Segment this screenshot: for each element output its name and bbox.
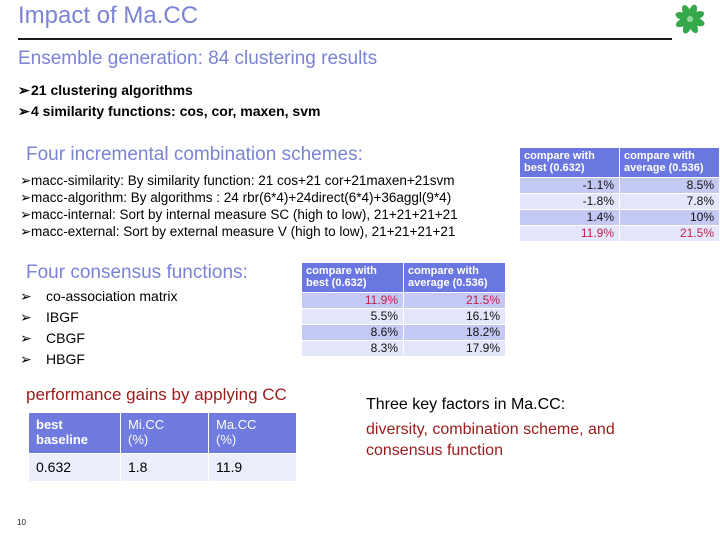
- cell-average: 8.5%: [619, 177, 720, 194]
- list-item: ➢macc-internal: Sort by internal measure…: [20, 206, 458, 223]
- arrow-bullet-icon: ➢: [20, 288, 32, 304]
- column-header-macc: Ma.CC (%): [208, 412, 297, 454]
- combination-schemes-heading: Four incremental combination schemes:: [26, 144, 363, 165]
- table-header-row: compare with best (0.632) compare with a…: [301, 262, 506, 293]
- list-item-label: macc-internal: Sort by internal measure …: [31, 207, 458, 222]
- list-item: ➢ CBGF: [20, 328, 178, 349]
- cell-best: -1.8%: [519, 193, 620, 210]
- header-line-1: best: [36, 417, 63, 432]
- table-row: 11.9% 21.5%: [301, 292, 506, 309]
- cell-best: -1.1%: [519, 177, 620, 194]
- list-item-label: 4 similarity functions: cos, cor, maxen,…: [31, 103, 321, 119]
- cell-best: 1.4%: [519, 209, 620, 226]
- list-item-label: macc-algorithm: By algorithms : 24 rbr(6…: [31, 190, 452, 205]
- list-item-label: co-association matrix: [46, 288, 178, 304]
- table-row: 5.5% 16.1%: [301, 308, 506, 325]
- list-item-label: CBGF: [46, 330, 85, 346]
- schemes-bullet-list: ➢macc-similarity: By similarity function…: [20, 172, 458, 240]
- schemes-comparison-table: compare with best (0.632) compare with a…: [519, 147, 720, 242]
- arrow-bullet-icon: ➢: [20, 190, 32, 205]
- performance-gains-table: best baseline Mi.CC (%) Ma.CC (%) 0.632 1.8…: [28, 412, 297, 482]
- list-item-label: macc-external: Sort by external measure …: [31, 224, 456, 239]
- cell-baseline-value: 0.632: [28, 453, 121, 482]
- consensus-bullet-list: ➢ co-association matrix ➢ IBGF ➢ CBGF ➢ HBGF: [20, 286, 178, 370]
- table-row: -1.1% 8.5%: [519, 177, 720, 194]
- cell-average: 16.1%: [403, 308, 506, 325]
- table-row: 0.632 1.8 11.9: [28, 453, 297, 482]
- arrow-bullet-icon: ➢: [20, 207, 32, 222]
- cell-best: 8.6%: [301, 324, 404, 341]
- column-header-compare-best: compare with best (0.632): [301, 262, 404, 293]
- title-divider: [18, 38, 672, 40]
- conclusion-heading: Three key factors in Ma.CC:: [366, 396, 566, 413]
- ensemble-bullet-list: ➢21 clustering algorithms ➢4 similarity …: [18, 80, 320, 122]
- header-line-2: (%): [128, 432, 149, 447]
- header-line-2: (%): [216, 432, 237, 447]
- list-item-label: HBGF: [46, 351, 85, 367]
- cell-average-highlighted: 21.5%: [403, 292, 506, 309]
- consensus-functions-heading: Four consensus functions:: [26, 262, 248, 283]
- table-row: 8.6% 18.2%: [301, 324, 506, 341]
- list-item: ➢ HBGF: [20, 349, 178, 370]
- cell-best-highlighted: 11.9%: [519, 225, 620, 242]
- list-item: ➢macc-external: Sort by external measure…: [20, 223, 458, 240]
- header-line-1: Ma.CC: [216, 417, 257, 432]
- cell-best: 5.5%: [301, 308, 404, 325]
- header-line-1: Mi.CC: [128, 417, 165, 432]
- table-header-row: compare with best (0.632) compare with a…: [519, 147, 720, 178]
- arrow-bullet-icon: ➢: [20, 330, 32, 346]
- list-item-label: 21 clustering algorithms: [31, 82, 193, 98]
- header-line-2: baseline: [36, 432, 89, 447]
- list-item: ➢4 similarity functions: cos, cor, maxen…: [18, 101, 320, 122]
- cell-average: 18.2%: [403, 324, 506, 341]
- list-item: ➢ IBGF: [20, 307, 178, 328]
- arrow-bullet-icon: ➢: [20, 309, 32, 325]
- cell-macc-value: 11.9: [208, 453, 297, 482]
- table-row: 1.4% 10%: [519, 209, 720, 226]
- cell-average: 17.9%: [403, 340, 506, 357]
- cell-average: 7.8%: [619, 193, 720, 210]
- list-item: ➢macc-algorithm: By algorithms : 24 rbr(…: [20, 189, 458, 206]
- list-item: ➢21 clustering algorithms: [18, 80, 320, 101]
- arrow-bullet-icon: ➢: [18, 82, 30, 98]
- list-item-label: IBGF: [46, 309, 79, 325]
- ensemble-generation-heading: Ensemble generation: 84 clustering resul…: [18, 48, 378, 69]
- arrow-bullet-icon: ➢: [20, 224, 32, 239]
- column-header-compare-average: compare with average (0.536): [619, 147, 720, 178]
- conclusion-key-factors-line-2: consensus function: [366, 442, 503, 459]
- arrow-bullet-icon: ➢: [20, 173, 32, 188]
- conclusion-key-factors: diversity, combination scheme, and conse…: [366, 419, 696, 461]
- arrow-bullet-icon: ➢: [20, 351, 32, 367]
- table-row: 8.3% 17.9%: [301, 340, 506, 357]
- table-header-row: best baseline Mi.CC (%) Ma.CC (%): [28, 412, 297, 454]
- column-header-compare-best: compare with best (0.632): [519, 147, 620, 178]
- column-header-compare-average: compare with average (0.536): [403, 262, 506, 293]
- list-item-label: macc-similarity: By similarity function:…: [31, 173, 455, 188]
- page-title: Impact of Ma.CC: [18, 2, 199, 29]
- conclusion-key-factors-line-1: diversity, combination scheme, and: [366, 421, 615, 438]
- cell-average: 10%: [619, 209, 720, 226]
- table-row: -1.8% 7.8%: [519, 193, 720, 210]
- list-item: ➢ co-association matrix: [20, 286, 178, 307]
- cell-best: 8.3%: [301, 340, 404, 357]
- performance-gains-caption: performance gains by applying CC: [26, 385, 287, 404]
- arrow-bullet-icon: ➢: [18, 103, 30, 119]
- list-item: ➢macc-similarity: By similarity function…: [20, 172, 458, 189]
- table-row: 11.9% 21.5%: [519, 225, 720, 242]
- column-header-micc: Mi.CC (%): [120, 412, 209, 454]
- consensus-comparison-table: compare with best (0.632) compare with a…: [301, 262, 506, 357]
- column-header-best-baseline: best baseline: [28, 412, 121, 454]
- page-number: 10: [17, 518, 26, 527]
- cell-best-highlighted: 11.9%: [301, 292, 404, 309]
- green-pinwheel-flower-logo: [670, 2, 710, 38]
- cell-average-highlighted: 21.5%: [619, 225, 720, 242]
- cell-micc-value: 1.8: [120, 453, 209, 482]
